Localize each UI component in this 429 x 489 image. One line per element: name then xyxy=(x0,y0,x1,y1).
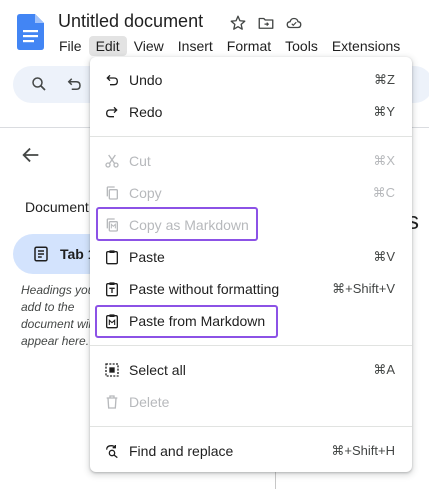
outline-section-label: Document xyxy=(25,199,89,215)
menu-item-label: Cut xyxy=(129,153,151,169)
menu-item-shortcut: ⌘Y xyxy=(373,104,395,119)
menu-extensions[interactable]: Extensions xyxy=(325,36,407,56)
menu-item-paste-without-formatting[interactable]: Paste without formatting ⌘+Shift+V xyxy=(90,273,412,305)
star-icon[interactable] xyxy=(228,13,248,33)
menu-item-undo[interactable]: Undo ⌘Z xyxy=(90,64,412,96)
paste-plain-icon xyxy=(102,279,122,299)
menu-separator xyxy=(90,426,412,427)
edit-menu-dropdown: Undo ⌘Z Redo ⌘Y Cut ⌘X Copy ⌘C Copy as M… xyxy=(90,57,412,472)
menu-item-label: Paste xyxy=(129,249,165,265)
menu-item-label: Delete xyxy=(129,394,170,410)
menu-item-delete[interactable]: Delete xyxy=(90,386,412,418)
menu-item-shortcut: ⌘+Shift+H xyxy=(331,443,395,458)
copy-icon xyxy=(102,183,122,203)
menu-item-cut[interactable]: Cut ⌘X xyxy=(90,145,412,177)
trash-icon xyxy=(102,392,122,412)
menu-format[interactable]: Format xyxy=(220,36,278,56)
paste-from-markdown-highlight xyxy=(95,305,278,338)
menu-item-shortcut: ⌘+Shift+V xyxy=(332,281,395,296)
menu-view[interactable]: View xyxy=(127,36,171,56)
menu-bar: File Edit View Insert Format Tools Exten… xyxy=(52,34,407,57)
menu-edit[interactable]: Edit xyxy=(88,35,127,56)
menu-item-shortcut: ⌘X xyxy=(373,153,395,168)
menu-item-select-all[interactable]: Select all ⌘A xyxy=(90,354,412,386)
search-icon[interactable] xyxy=(29,74,49,94)
menu-item-copy[interactable]: Copy ⌘C xyxy=(90,177,412,209)
undo-icon[interactable] xyxy=(64,74,84,94)
document-tab-icon xyxy=(32,245,50,263)
redo-icon xyxy=(102,102,122,122)
menu-item-shortcut: ⌘A xyxy=(373,362,395,377)
menu-item-shortcut: ⌘C xyxy=(372,185,395,200)
menu-item-paste[interactable]: Paste ⌘V xyxy=(90,241,412,273)
find-replace-icon xyxy=(102,441,122,461)
menu-item-label: Copy xyxy=(129,185,162,201)
document-title[interactable]: Untitled document xyxy=(58,11,203,32)
select-all-icon xyxy=(102,360,122,380)
copy-as-markdown-highlight xyxy=(96,207,258,241)
menu-tools[interactable]: Tools xyxy=(278,36,325,56)
menu-item-shortcut: ⌘Z xyxy=(374,72,395,87)
menu-item-label: Redo xyxy=(129,104,163,120)
menu-insert[interactable]: Insert xyxy=(171,36,220,56)
menu-item-label: Find and replace xyxy=(129,443,234,459)
menu-item-label: Paste without formatting xyxy=(129,281,280,297)
menu-file[interactable]: File xyxy=(52,36,89,56)
back-arrow-icon[interactable] xyxy=(20,144,42,166)
scissors-icon xyxy=(102,151,122,171)
clipboard-icon xyxy=(102,247,122,267)
undo-icon xyxy=(102,70,122,90)
menu-separator xyxy=(90,345,412,346)
menu-item-label: Undo xyxy=(129,72,163,88)
menu-item-shortcut: ⌘V xyxy=(373,249,395,264)
menu-item-redo[interactable]: Redo ⌘Y xyxy=(90,96,412,128)
docs-logo-icon[interactable] xyxy=(17,14,44,50)
move-folder-icon[interactable] xyxy=(256,13,276,33)
menu-item-find-and-replace[interactable]: Find and replace ⌘+Shift+H xyxy=(90,435,412,467)
menu-item-label: Select all xyxy=(129,362,186,378)
cloud-saved-icon[interactable] xyxy=(284,13,304,33)
menu-separator xyxy=(90,136,412,137)
